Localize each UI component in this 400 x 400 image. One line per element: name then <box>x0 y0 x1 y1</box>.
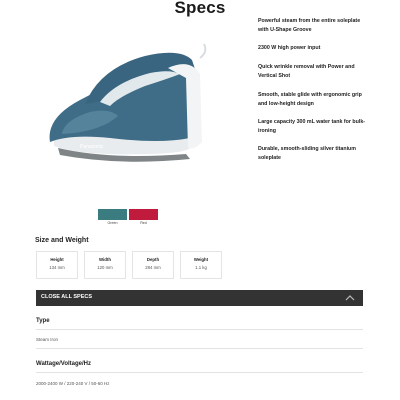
spec-title: Type <box>36 318 50 324</box>
feature-item: Powerful steam from the entire soleplate… <box>258 18 361 33</box>
dimension-label: Weight <box>193 257 209 262</box>
divider <box>36 348 363 349</box>
feature-item: 2300 W high power input <box>258 45 321 51</box>
dimension-label: Height <box>50 257 64 262</box>
page-title: Specs <box>174 0 226 17</box>
dimension-value: 120 mm <box>97 265 113 270</box>
spec-wattage-header[interactable]: Wattage/Voltage/Hz <box>36 355 363 373</box>
dimension-value: 284 mm <box>145 265 161 270</box>
dimension-label: Depth <box>146 257 160 262</box>
steam-iron-icon: Panasonic <box>49 43 207 162</box>
dimension-card-depth: Depth 284 mm <box>132 251 174 279</box>
dimension-card-weight: Weight 1.1 kg <box>180 251 222 279</box>
iron-brand: Panasonic <box>80 144 104 150</box>
chevron-up-icon <box>345 295 355 301</box>
feature-item: Durable, smooth-sliding silver titanium … <box>258 146 357 161</box>
spec-title: Wattage/Voltage/Hz <box>36 361 92 367</box>
dimension-value: 1.1 kg <box>195 265 207 270</box>
dimension-label: Width <box>99 257 111 262</box>
dimension-card-height: Height 134 mm <box>36 251 78 279</box>
dimension-card-width: Width 120 mm <box>84 251 126 279</box>
color-label-red: Red <box>140 221 147 225</box>
spec-type-header[interactable]: Type <box>36 312 363 330</box>
feature-item: Quick wrinkle removal with Power and Ver… <box>258 64 355 79</box>
spec-value: Steam Iron <box>36 337 59 342</box>
color-swatch-red[interactable] <box>129 209 158 220</box>
close-all-specs-button[interactable]: CLOSE ALL SPECS <box>36 290 363 306</box>
color-swatch-green[interactable] <box>98 209 127 220</box>
dimension-value: 134 mm <box>49 265 65 270</box>
close-all-specs-label: CLOSE ALL SPECS <box>41 294 93 300</box>
feature-item: Smooth, stable glide with ergonomic grip… <box>258 92 362 107</box>
color-swatches: Green Red <box>98 209 160 229</box>
feature-item: Large capacity 300 mL water tank for bul… <box>258 119 366 134</box>
size-weight-heading: Size and Weight <box>35 237 89 244</box>
color-label-green: Green <box>107 221 118 225</box>
spec-value: 2000-2400 W / 220-240 V / 50-60 Hz <box>36 381 110 386</box>
